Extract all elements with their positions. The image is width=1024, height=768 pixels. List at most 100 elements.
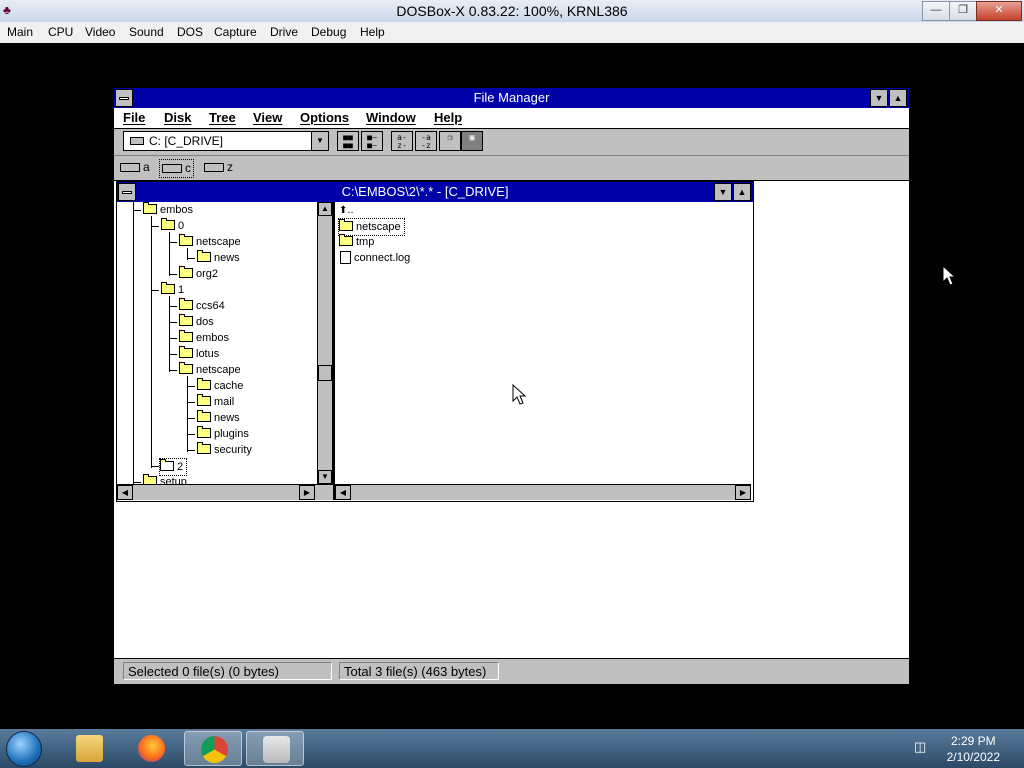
tree-item[interactable]: dos: [179, 314, 214, 330]
menu-tree[interactable]: Tree: [209, 110, 236, 125]
start-button[interactable]: [6, 731, 42, 767]
tree-vertical-scrollbar[interactable]: ▲ ▼: [317, 202, 333, 484]
list-item-label: tmp: [356, 236, 375, 248]
drive-select[interactable]: C: [C_DRIVE] ▼: [123, 131, 329, 151]
menu-window[interactable]: Window: [366, 110, 416, 125]
floppy-drive-icon: [120, 163, 140, 173]
host-menu-drive[interactable]: Drive: [270, 25, 298, 39]
directory-window-title-bar[interactable]: C:\EMBOS\2\*.* - [C_DRIVE] ▼ ▲: [117, 182, 753, 202]
menu-options[interactable]: Options: [300, 110, 349, 125]
tree-item[interactable]: plugins: [197, 426, 249, 442]
tree-item[interactable]: ccs64: [179, 298, 225, 314]
tree-item[interactable]: news: [197, 250, 240, 266]
tree-item[interactable]: embos: [143, 202, 193, 218]
maximize-button[interactable]: ▲: [889, 89, 907, 107]
sort-by-size-button[interactable]: ❐: [439, 131, 461, 151]
folder-icon: [197, 410, 211, 423]
sort-by-name-button[interactable]: a-z-: [391, 131, 413, 151]
menu-help[interactable]: Help: [434, 110, 462, 125]
chrome-taskbar-button[interactable]: [184, 731, 242, 766]
sort-by-date-button[interactable]: ▣: [461, 131, 483, 151]
tree-item-label: netscape: [196, 236, 241, 248]
chevron-down-icon[interactable]: ▼: [311, 132, 328, 150]
toolbar: C: [C_DRIVE] ▼ ■■ ■■ ■– ■– a-z- -a -z ❐ ▣: [114, 129, 909, 156]
host-menu-capture[interactable]: Capture: [214, 25, 257, 39]
drive-c[interactable]: c: [159, 159, 194, 178]
child-system-menu-button[interactable]: [118, 183, 136, 201]
tree-item[interactable]: mail: [197, 394, 234, 410]
folder-icon: [339, 219, 353, 232]
host-window-title: DOSBox-X 0.83.22: 100%, KRNL386: [396, 3, 628, 19]
open-folder-icon: [160, 459, 174, 472]
menu-disk[interactable]: Disk: [164, 110, 191, 125]
menu-file[interactable]: File: [123, 110, 145, 125]
file-manager-menu-bar: File Disk Tree View Options Window Help: [114, 108, 909, 129]
close-button[interactable]: ✕: [976, 1, 1022, 21]
host-menu-video[interactable]: Video: [85, 25, 115, 39]
child-minimize-button[interactable]: ▼: [714, 183, 732, 201]
drive-a[interactable]: a: [120, 159, 150, 176]
folder-icon: [339, 234, 353, 247]
host-menu-dos[interactable]: DOS: [177, 25, 203, 39]
tree-item-label: plugins: [214, 428, 249, 440]
list-item[interactable]: tmp: [339, 234, 374, 250]
tree-item-label: embos: [196, 332, 230, 344]
menu-view[interactable]: View: [253, 110, 282, 125]
list-item-label: netscape: [356, 221, 401, 233]
tree-item[interactable]: lotus: [179, 346, 219, 362]
network-icon[interactable]: ◫: [914, 739, 932, 755]
clock[interactable]: 2:29 PM 2/10/2022: [947, 733, 1000, 765]
list-item-label: connect.log: [354, 252, 411, 264]
scroll-left-arrow-icon[interactable]: ◀: [335, 485, 351, 500]
scroll-right-arrow-icon[interactable]: ▶: [299, 485, 315, 500]
document-icon: [340, 250, 351, 264]
tree-item[interactable]: cache: [197, 378, 243, 394]
host-menu-main[interactable]: Main: [7, 25, 33, 39]
tree-item[interactable]: setup: [143, 474, 187, 484]
tree-item[interactable]: 0: [161, 218, 184, 234]
minimize-button[interactable]: ▼: [870, 89, 888, 107]
sort-by-type-button[interactable]: -a -z: [415, 131, 437, 151]
hard-drive-icon: [130, 137, 144, 145]
mouse-pointer-icon: [512, 384, 526, 405]
drive-select-value: C: [C_DRIVE]: [149, 134, 224, 148]
list-item[interactable]: connect.log: [340, 250, 410, 266]
host-menu-bar: Main CPU Video Sound DOS Capture Drive D…: [0, 22, 1024, 43]
scroll-thumb[interactable]: [318, 365, 332, 381]
tree-item[interactable]: news: [197, 410, 240, 426]
files-horizontal-scrollbar[interactable]: ◀ ▶: [335, 484, 751, 500]
host-menu-help[interactable]: Help: [360, 25, 385, 39]
tree-item[interactable]: netscape: [179, 234, 241, 250]
disconnect-network-drive-button[interactable]: ■– ■–: [361, 131, 383, 151]
clock-time: 2:29 PM: [950, 734, 996, 748]
tree-horizontal-scrollbar[interactable]: ◀ ▶: [117, 484, 333, 500]
drive-z[interactable]: z: [204, 159, 233, 176]
host-menu-debug[interactable]: Debug: [311, 25, 346, 39]
tree-item-label: mail: [214, 396, 235, 408]
scroll-up-arrow-icon[interactable]: ▲: [318, 202, 332, 216]
tree-item-label: lotus: [196, 348, 220, 360]
host-title-bar: ♣ DOSBox-X 0.83.22: 100%, KRNL386 — ❐ ✕: [0, 0, 1024, 22]
tree-item[interactable]: embos: [179, 330, 229, 346]
folder-icon: [179, 266, 193, 279]
connect-network-drive-button[interactable]: ■■ ■■: [337, 131, 359, 151]
folder-icon: [143, 474, 157, 484]
child-maximize-button[interactable]: ▲: [733, 183, 751, 201]
tree-item[interactable]: netscape: [179, 362, 241, 378]
file-explorer-taskbar-button[interactable]: [60, 731, 118, 766]
tree-item[interactable]: security: [197, 442, 252, 458]
minimize-button[interactable]: —: [922, 1, 950, 21]
scroll-down-arrow-icon[interactable]: ▼: [318, 470, 332, 484]
firefox-taskbar-button[interactable]: [122, 731, 180, 766]
parent-directory-item[interactable]: ⬆..: [339, 202, 354, 218]
scroll-right-arrow-icon[interactable]: ▶: [735, 485, 751, 500]
dosbox-taskbar-button[interactable]: [246, 731, 304, 766]
folder-icon: [76, 735, 103, 762]
tree-item[interactable]: org2: [179, 266, 218, 282]
scroll-left-arrow-icon[interactable]: ◀: [117, 485, 133, 500]
host-menu-sound[interactable]: Sound: [129, 25, 164, 39]
restore-button[interactable]: ❐: [949, 1, 977, 21]
tree-item[interactable]: 1: [161, 282, 184, 298]
file-manager-title-bar[interactable]: File Manager ▼ ▲: [114, 88, 909, 108]
host-menu-cpu[interactable]: CPU: [48, 25, 73, 39]
